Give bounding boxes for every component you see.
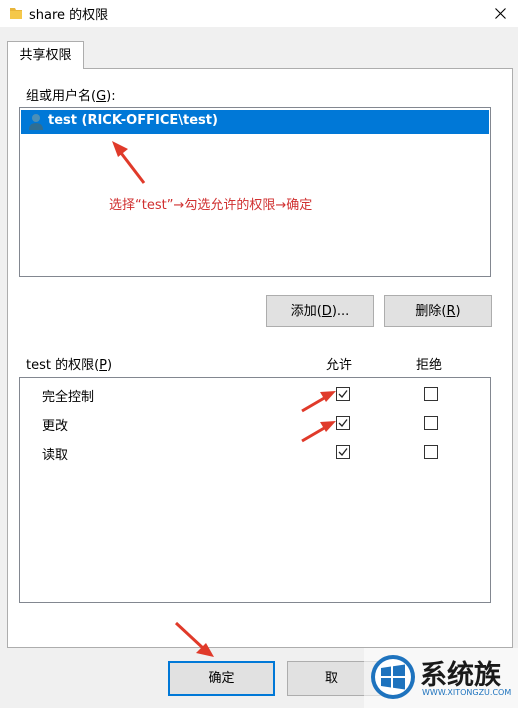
check-icon — [338, 390, 348, 398]
annotation-text: 选择“test”→勾选允许的权限→确定 — [109, 198, 313, 213]
permission-name: 完全控制 — [42, 390, 95, 405]
allow-checkbox-read[interactable] — [336, 445, 350, 459]
permissions-label-key: P — [99, 358, 108, 373]
permissions-list: 完全控制 更改 读取 — [19, 377, 491, 603]
add-button-end: )... — [331, 304, 350, 319]
permissions-label-text: test 的权限( — [26, 358, 100, 373]
tab-label: 共享权限 — [19, 48, 72, 63]
deny-checkbox-full-control[interactable] — [424, 387, 438, 401]
column-deny: 拒绝 — [416, 358, 443, 373]
remove-button[interactable]: 删除(R) — [384, 295, 492, 327]
user-list[interactable]: test (RICK-OFFICE\test) — [19, 107, 491, 277]
dialog-body: 共享权限 组或用户名(G): test (RICK-OFFICE\test) 选… — [0, 27, 518, 708]
permission-row-change: 更改 — [20, 411, 490, 437]
check-icon — [338, 448, 348, 456]
group-user-label-key: G — [96, 89, 107, 104]
group-user-label-text: 组或用户名( — [26, 89, 97, 104]
tab-share-permissions[interactable]: 共享权限 — [7, 41, 84, 69]
windows-logo-icon — [371, 655, 415, 699]
user-name: test (RICK-OFFICE\test) — [48, 113, 218, 128]
permission-row-read: 读取 — [20, 440, 490, 466]
permission-row-full-control: 完全控制 — [20, 382, 490, 408]
allow-checkbox-change[interactable] — [336, 416, 350, 430]
column-allow: 允许 — [326, 358, 353, 373]
close-icon — [495, 8, 506, 19]
ok-button[interactable]: 确定 — [168, 661, 275, 696]
deny-checkbox-read[interactable] — [424, 445, 438, 459]
permission-name: 读取 — [42, 448, 69, 463]
add-button-key: D — [321, 304, 332, 319]
allow-checkbox-full-control[interactable] — [336, 387, 350, 401]
cancel-button-label: 取 — [325, 671, 339, 686]
window-title: share 的权限 — [29, 8, 109, 23]
title-bar: share 的权限 — [0, 0, 518, 28]
watermark-url: WWW.XITONGZU.COM — [422, 688, 512, 697]
remove-button-end: ) — [455, 304, 461, 319]
folder-icon — [10, 8, 22, 19]
permission-name: 更改 — [42, 419, 69, 434]
user-icon — [29, 114, 43, 130]
group-user-label-end: ): — [106, 89, 116, 104]
deny-checkbox-change[interactable] — [424, 416, 438, 430]
watermark-title: 系统族 — [420, 660, 501, 691]
add-button-text: 添加( — [290, 304, 322, 319]
watermark: 系统族 WWW.XITONGZU.COM — [364, 648, 518, 708]
close-button[interactable] — [484, 0, 518, 27]
group-user-label: 组或用户名(G): — [26, 85, 116, 104]
check-icon — [338, 419, 348, 427]
add-button[interactable]: 添加(D)... — [266, 295, 374, 327]
permissions-label-end: ) — [107, 358, 113, 373]
remove-button-text: 删除( — [415, 304, 447, 319]
list-item-test-user[interactable]: test (RICK-OFFICE\test) — [21, 110, 489, 134]
remove-button-key: R — [446, 304, 456, 319]
ok-button-label: 确定 — [208, 671, 235, 686]
permissions-label: test 的权限(P) — [26, 354, 112, 373]
